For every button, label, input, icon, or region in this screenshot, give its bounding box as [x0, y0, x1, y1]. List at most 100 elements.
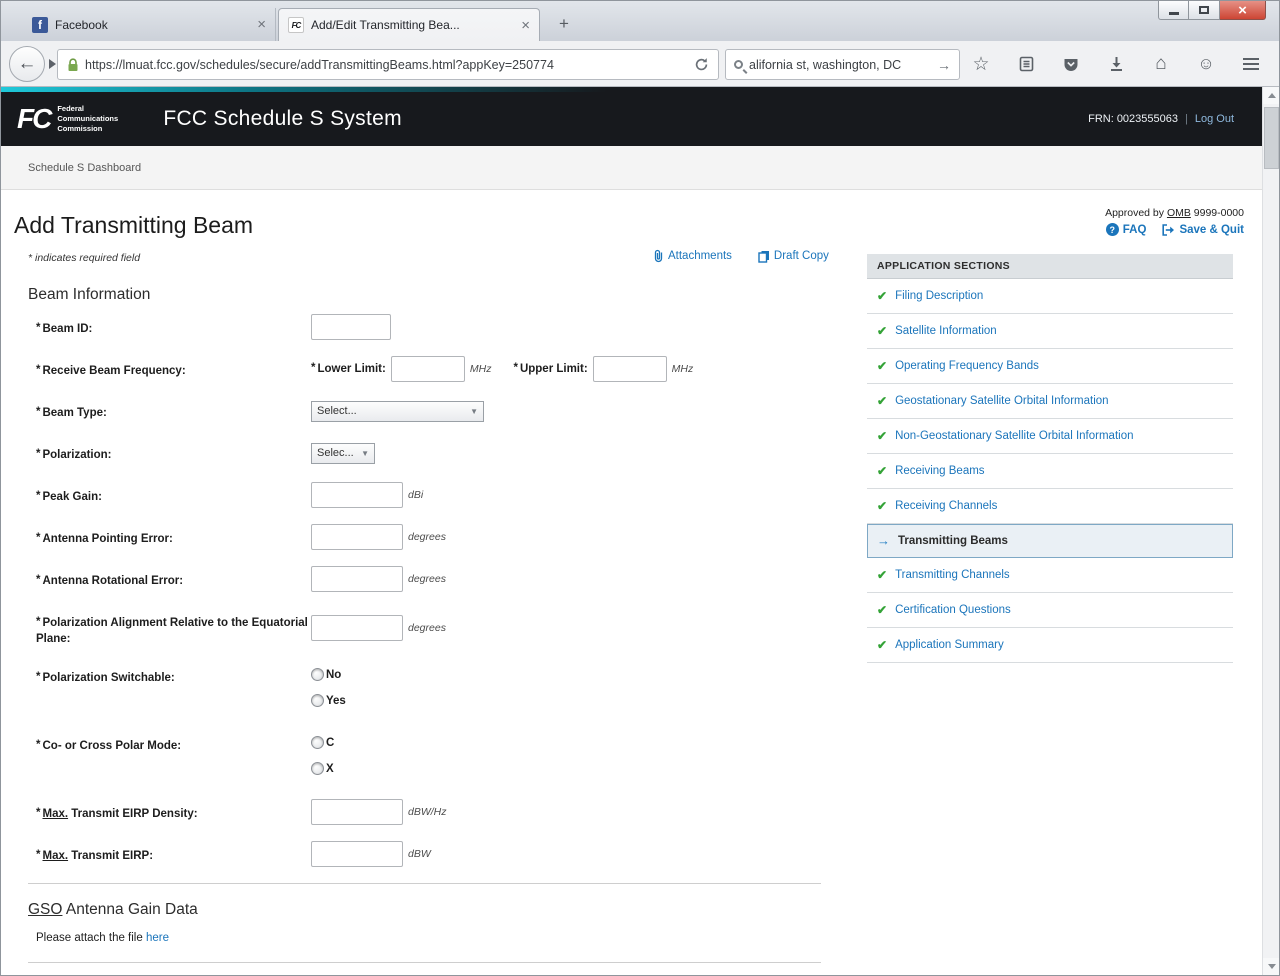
beam-id-input[interactable] — [311, 314, 391, 340]
minimize-button[interactable] — [1158, 1, 1189, 20]
peak-gain-input[interactable] — [311, 482, 403, 508]
polarization-select[interactable]: Selec... — [311, 443, 375, 464]
breadcrumb-dashboard-link[interactable]: Schedule S Dashboard — [28, 162, 141, 174]
required-star: * — [36, 406, 40, 418]
close-window-button[interactable] — [1220, 1, 1266, 20]
peak-gain-label: *Peak Gain: — [36, 482, 311, 508]
check-icon — [877, 497, 887, 515]
antenna-rotational-error-label: *Antenna Rotational Error: — [36, 566, 311, 592]
alignment-unit: degrees — [408, 622, 446, 634]
scrollbar-thumb[interactable] — [1264, 107, 1279, 169]
beam-type-select[interactable]: Select... — [311, 401, 484, 422]
sidebar-item-receiving-channels[interactable]: Receiving Channels — [867, 489, 1233, 524]
scroll-down-button[interactable] — [1263, 958, 1280, 975]
scroll-up-button[interactable] — [1263, 87, 1280, 104]
attach-file-text: Please attach the file — [36, 932, 146, 944]
sidebar-item-transmitting-channels[interactable]: Transmitting Channels — [867, 558, 1233, 593]
attach-here-link[interactable]: here — [146, 932, 169, 944]
max-eirp-input[interactable] — [311, 841, 403, 867]
sidebar-item-certification-questions[interactable]: Certification Questions — [867, 593, 1233, 628]
beam-id-row: *Beam ID: — [36, 314, 836, 340]
receive-frequency-label: *Receive Beam Frequency: — [36, 356, 311, 382]
smiley-icon[interactable] — [1196, 54, 1216, 74]
radio-button-icon[interactable] — [311, 694, 324, 707]
switchable-no-option[interactable]: No — [311, 668, 346, 681]
check-icon — [877, 601, 887, 619]
radio-button-icon[interactable] — [311, 668, 324, 681]
sidebar-item-geostationary-orbital-info[interactable]: Geostationary Satellite Orbital Informat… — [867, 384, 1233, 419]
polar-mode-c-option[interactable]: C — [311, 736, 334, 749]
back-button[interactable] — [9, 46, 45, 82]
check-icon — [877, 392, 887, 410]
polarization-selected-value: Selec... — [317, 447, 354, 459]
required-field-note: * indicates required field — [28, 252, 140, 264]
reload-icon[interactable] — [694, 57, 709, 72]
maximize-button[interactable] — [1189, 1, 1220, 20]
tab-add-edit-transmitting-beams[interactable]: Add/Edit Transmitting Bea... — [278, 8, 540, 41]
home-icon[interactable] — [1151, 54, 1171, 74]
polarization-alignment-input[interactable] — [311, 615, 403, 641]
sidebar-item-non-geostationary-orbital-info[interactable]: Non-Geostationary Satellite Orbital Info… — [867, 419, 1233, 454]
fcc-logo-text: Federal Communications Commission — [57, 104, 139, 133]
draft-copy-link[interactable]: Draft Copy — [758, 249, 829, 263]
polarization-switchable-label: *Polarization Switchable: — [36, 663, 311, 707]
upper-limit-label: *Upper Limit: — [513, 363, 587, 375]
antenna-pointing-error-label: *Antenna Pointing Error: — [36, 524, 311, 550]
lower-limit-input[interactable] — [391, 356, 465, 382]
co-cross-polar-row: *Co- or Cross Polar Mode: C X — [36, 731, 836, 775]
logout-link[interactable]: Log Out — [1195, 113, 1234, 125]
sidebar-item-transmitting-beams[interactable]: Transmitting Beams — [867, 524, 1233, 558]
lock-icon[interactable] — [67, 58, 79, 72]
faq-link[interactable]: FAQ — [1106, 223, 1147, 236]
window-controls — [1158, 1, 1266, 20]
attachments-link[interactable]: Attachments — [653, 249, 732, 263]
bookmark-star-icon[interactable] — [971, 54, 991, 74]
menu-hamburger-icon[interactable] — [1241, 54, 1261, 74]
pocket-icon[interactable] — [1061, 54, 1081, 74]
max-eirp-density-input[interactable] — [311, 799, 403, 825]
max-eirp-label: *Max. Transmit EIRP: — [36, 841, 311, 867]
switchable-yes-option[interactable]: Yes — [311, 694, 346, 707]
breadcrumb: Schedule S Dashboard — [1, 146, 1262, 190]
tab-close-icon[interactable] — [257, 17, 266, 32]
sidebar-item-application-summary[interactable]: Application Summary — [867, 628, 1233, 663]
antenna-pointing-error-input[interactable] — [311, 524, 403, 550]
antenna-rotational-error-input[interactable] — [311, 566, 403, 592]
application-sections-header: APPLICATION SECTIONS — [867, 254, 1233, 279]
document-copy-icon — [758, 250, 770, 263]
search-bar[interactable] — [725, 49, 960, 80]
radio-button-icon[interactable] — [311, 762, 324, 775]
check-icon — [877, 636, 887, 654]
peak-gain-row: *Peak Gain: dBi — [36, 482, 836, 508]
sidebar-item-receiving-beams[interactable]: Receiving Beams — [867, 454, 1233, 489]
upper-limit-input[interactable] — [593, 356, 667, 382]
tab-close-icon[interactable] — [521, 18, 530, 33]
new-tab-button[interactable] — [551, 12, 577, 36]
fcc-favicon-icon — [288, 17, 304, 33]
search-go-icon[interactable] — [937, 57, 951, 73]
navigation-toolbar — [1, 41, 1279, 87]
download-icon[interactable] — [1106, 54, 1126, 74]
url-bar[interactable] — [57, 49, 719, 80]
search-input[interactable] — [743, 58, 937, 72]
bookmarks-list-icon[interactable] — [1016, 54, 1036, 74]
antenna-rotational-error-row: *Antenna Rotational Error: degrees — [36, 566, 836, 592]
sidebar-item-operating-frequency-bands[interactable]: Operating Frequency Bands — [867, 349, 1233, 384]
header-right: FRN: 0023555063 | Log Out — [1088, 113, 1246, 125]
toolbar-icons — [971, 41, 1261, 87]
tab-facebook[interactable]: Facebook — [23, 8, 276, 41]
polarization-alignment-row: *Polarization Alignment Relative to the … — [36, 608, 836, 647]
vertical-scrollbar[interactable] — [1262, 87, 1279, 975]
sidebar-item-satellite-information[interactable]: Satellite Information — [867, 314, 1233, 349]
url-input[interactable] — [79, 58, 694, 72]
current-arrow-icon — [877, 532, 890, 550]
polar-mode-x-option[interactable]: X — [311, 762, 334, 775]
check-icon — [877, 462, 887, 480]
receive-frequency-row: *Receive Beam Frequency: *Lower Limit: M… — [36, 356, 836, 382]
max-abbr: Max. — [42, 808, 68, 820]
polarization-alignment-label: *Polarization Alignment Relative to the … — [36, 608, 311, 647]
save-quit-link[interactable]: Save & Quit — [1162, 223, 1244, 236]
radio-button-icon[interactable] — [311, 736, 324, 749]
forward-button[interactable] — [49, 59, 56, 69]
sidebar-item-filing-description[interactable]: Filing Description — [867, 279, 1233, 314]
